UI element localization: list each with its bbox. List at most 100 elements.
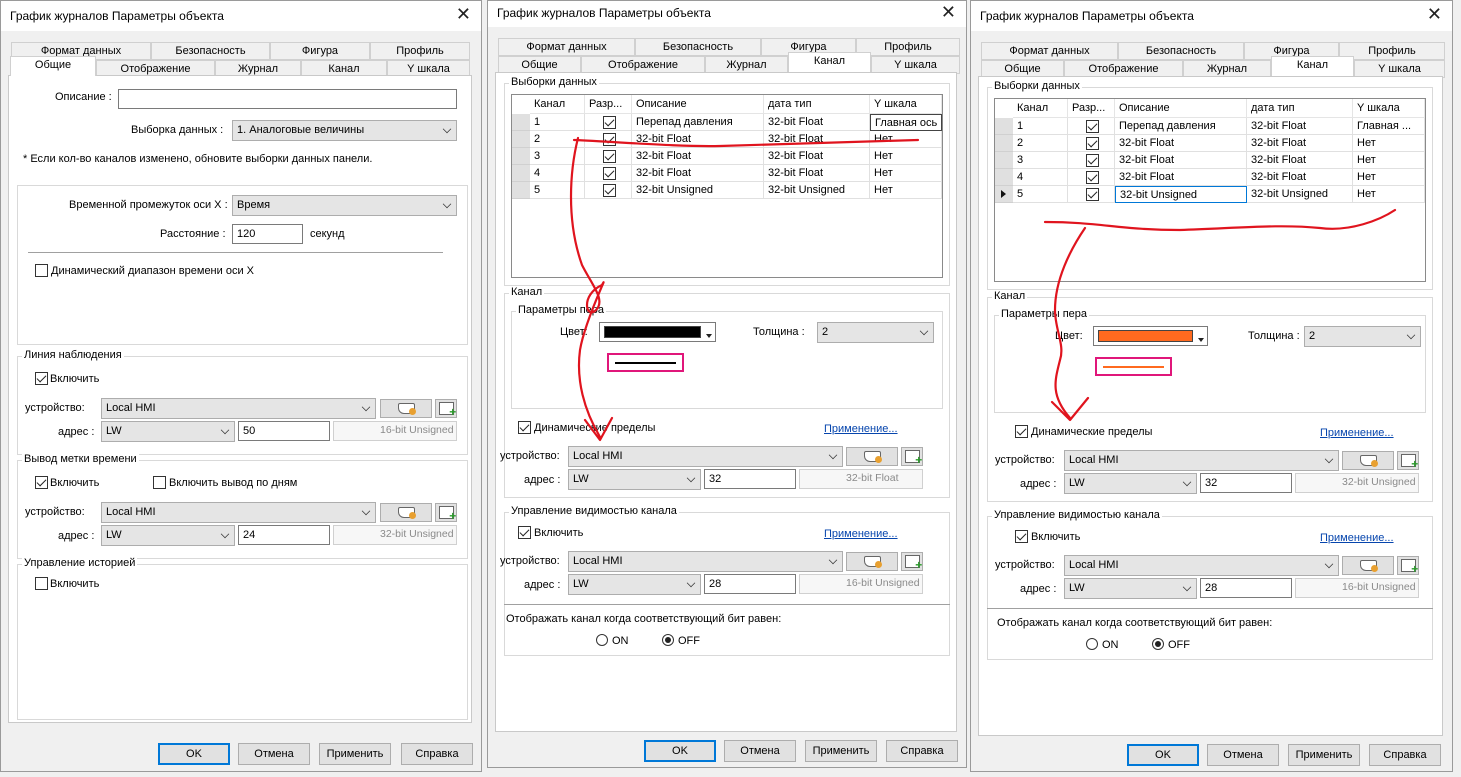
table-cell[interactable]: 32-bit Float [764, 131, 870, 148]
tab-profile[interactable]: Профиль [370, 42, 470, 60]
ok-button[interactable]: OK [1127, 744, 1199, 766]
channels-table[interactable]: Канал Разр... Описание дата тип Y шкала … [511, 94, 943, 278]
address-input[interactable]: 28 [1200, 578, 1292, 598]
tab-data-format[interactable]: Формат данных [981, 42, 1118, 60]
bit-on-radio[interactable] [596, 634, 608, 646]
help-button[interactable]: Справка [1369, 744, 1441, 766]
address-input[interactable]: 32 [1200, 473, 1292, 493]
table-cell[interactable] [585, 114, 632, 131]
tab-channel[interactable]: Канал [1271, 56, 1354, 76]
table-cell[interactable]: 32-bit Float [1247, 135, 1353, 152]
cancel-button[interactable]: Отмена [238, 743, 310, 765]
row-header[interactable] [512, 165, 530, 182]
table-cell[interactable]: Нет [1353, 152, 1425, 169]
color-picker[interactable] [1093, 326, 1208, 346]
channel-enable-checkbox[interactable] [1086, 188, 1099, 201]
table-cell[interactable] [585, 148, 632, 165]
table-cell[interactable]: 32-bit Float [632, 148, 764, 165]
channel-enable-checkbox[interactable] [1086, 120, 1099, 133]
dynamic-range-checkbox[interactable] [35, 264, 48, 277]
channel-enable-checkbox[interactable] [603, 116, 616, 129]
tag-button[interactable] [380, 503, 432, 522]
tag-button[interactable] [1342, 556, 1394, 575]
table-cell[interactable]: 32-bit Float [764, 165, 870, 182]
table-cell[interactable] [1068, 152, 1115, 169]
dynamic-limits-checkbox[interactable] [1015, 425, 1028, 438]
table-cell[interactable]: Нет [870, 148, 942, 165]
color-picker[interactable] [599, 322, 716, 342]
table-cell[interactable]: 32-bit Unsigned [632, 182, 764, 199]
table-cell[interactable]: 2 [1013, 135, 1068, 152]
dynamic-limits-checkbox[interactable] [518, 421, 531, 434]
table-header[interactable]: Разр... [1068, 99, 1115, 118]
table-header[interactable]: Y шкала [870, 95, 942, 114]
table-cell[interactable]: Нет [1353, 169, 1425, 186]
table-header[interactable]: Описание [1115, 99, 1247, 118]
address-type-select[interactable]: LW [568, 469, 701, 490]
visibility-enable-checkbox[interactable] [1015, 530, 1028, 543]
row-header[interactable] [995, 169, 1013, 186]
table-cell[interactable] [585, 165, 632, 182]
add-tag-button[interactable]: + [1397, 556, 1419, 575]
table-cell[interactable]: 32-bit Float [1115, 135, 1247, 152]
apply-link[interactable]: Применение... [1320, 427, 1394, 439]
ok-button[interactable]: OK [158, 743, 230, 765]
table-cell[interactable] [1068, 186, 1115, 203]
bit-off-radio[interactable] [1152, 638, 1164, 650]
add-tag-button[interactable]: + [1397, 451, 1419, 470]
time-tag-enable-checkbox[interactable] [35, 476, 48, 489]
table-cell[interactable]: 1 [530, 114, 585, 131]
tab-security[interactable]: Безопасность [635, 38, 761, 56]
table-cell[interactable]: Нет [870, 182, 942, 199]
table-cell[interactable]: Главная ... [1353, 118, 1425, 135]
table-header[interactable]: дата тип [1247, 99, 1353, 118]
table-cell[interactable]: 3 [530, 148, 585, 165]
add-tag-button[interactable]: + [901, 552, 923, 571]
device-select[interactable]: Local HMI [568, 551, 843, 572]
close-icon[interactable]: ✕ [941, 2, 956, 23]
table-cell[interactable]: Нет [1353, 186, 1425, 203]
row-header[interactable] [512, 148, 530, 165]
table-cell[interactable]: 32-bit Float [1247, 152, 1353, 169]
tab-general[interactable]: Общие [10, 56, 96, 76]
table-cell[interactable]: 32-bit Float [1115, 152, 1247, 169]
help-button[interactable]: Справка [886, 740, 958, 762]
table-cell[interactable]: 2 [530, 131, 585, 148]
address-type-select[interactable]: LW [101, 525, 235, 546]
close-icon[interactable]: ✕ [456, 4, 471, 25]
close-icon[interactable]: ✕ [1427, 4, 1442, 25]
apply-button[interactable]: Применить [319, 743, 391, 765]
apply-button[interactable]: Применить [1288, 744, 1360, 766]
table-cell[interactable]: 32-bit Float [764, 148, 870, 165]
add-tag-button[interactable]: + [901, 447, 923, 466]
table-cell[interactable] [1068, 169, 1115, 186]
table-cell[interactable] [1068, 118, 1115, 135]
table-cell[interactable] [585, 131, 632, 148]
row-header[interactable] [995, 135, 1013, 152]
add-tag-button[interactable]: + [435, 399, 457, 418]
table-header[interactable]: Разр... [585, 95, 632, 114]
row-header[interactable] [512, 182, 530, 199]
channel-enable-checkbox[interactable] [603, 133, 616, 146]
table-cell[interactable]: 4 [530, 165, 585, 182]
tag-button[interactable] [846, 447, 898, 466]
device-select[interactable]: Local HMI [101, 398, 376, 419]
table-cell[interactable]: 32-bit Float [1247, 118, 1353, 135]
cancel-button[interactable]: Отмена [724, 740, 796, 762]
row-header[interactable] [995, 118, 1013, 135]
address-input[interactable]: 32 [704, 469, 796, 489]
table-cell[interactable]: 32-bit Float [1115, 169, 1247, 186]
tab-channel[interactable]: Канал [788, 52, 871, 72]
thickness-select[interactable]: 2 [817, 322, 934, 343]
time-span-select[interactable]: Время [232, 195, 457, 216]
table-cell[interactable] [1068, 135, 1115, 152]
sample-select[interactable]: 1. Аналоговые величины [232, 120, 457, 141]
table-cell[interactable]: 3 [1013, 152, 1068, 169]
channel-enable-checkbox[interactable] [603, 150, 616, 163]
table-cell[interactable]: Главная ось [870, 114, 942, 131]
address-input[interactable]: 50 [238, 421, 330, 441]
table-header[interactable]: Канал [530, 95, 585, 114]
address-type-select[interactable]: LW [1064, 578, 1197, 599]
table-cell[interactable]: 32-bit Float [1247, 169, 1353, 186]
add-tag-button[interactable]: + [435, 503, 457, 522]
